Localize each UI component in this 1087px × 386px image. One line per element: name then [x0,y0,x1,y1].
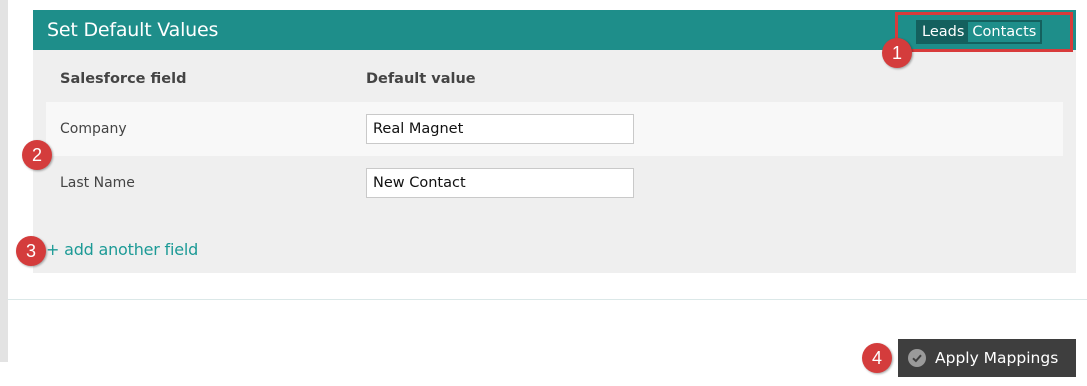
toggle-leads[interactable]: Leads [918,22,968,42]
check-circle-icon [908,349,926,367]
callout-badge-1: 1 [882,38,912,68]
last-name-default-input[interactable] [366,168,634,198]
apply-mappings-label: Apply Mappings [935,349,1059,367]
default-values-panel: Set Default Values Leads Contacts Salesf… [33,10,1076,273]
record-type-toggle-highlight: Leads Contacts [895,12,1073,52]
add-another-field-link[interactable]: + add another field [46,240,198,259]
apply-mappings-button[interactable]: Apply Mappings [898,339,1076,377]
field-name-company: Company [60,121,127,137]
table-row: Company [46,102,1063,156]
section-divider [8,299,1087,300]
toggle-contacts[interactable]: Contacts [968,22,1041,42]
callout-badge-4: 4 [862,343,892,373]
table-row: Last Name [46,156,1063,210]
record-type-toggle: Leads Contacts [916,20,1043,44]
column-header-salesforce-field: Salesforce field [60,71,187,87]
field-name-last-name: Last Name [60,175,135,191]
panel-title: Set Default Values [47,19,219,41]
callout-badge-2: 2 [22,140,52,170]
callout-badge-3: 3 [16,236,46,266]
column-header-default-value: Default value [366,71,476,87]
left-border-strip [0,0,8,362]
company-default-input[interactable] [366,114,634,144]
